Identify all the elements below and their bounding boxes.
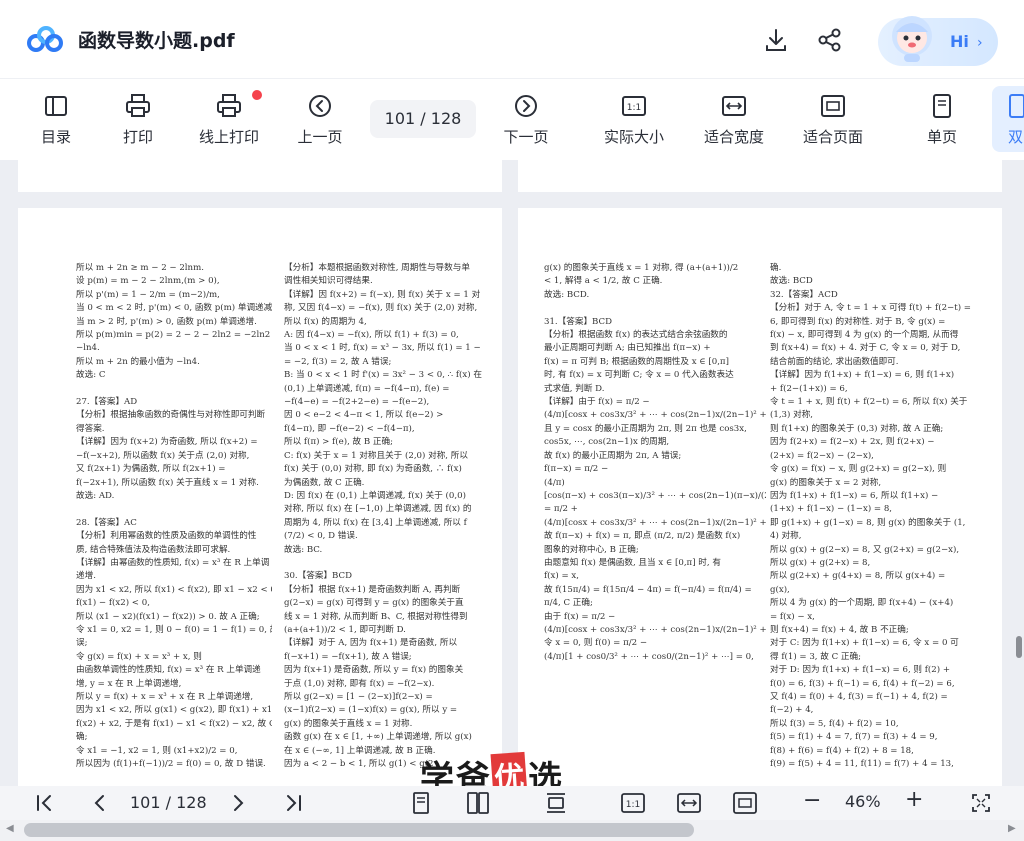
previous-page-right <box>518 160 1002 192</box>
pdf-page-left: 所以 m + 2n ≥ m − 2 − 2lnm. 设 p(m) = m − 2… <box>18 208 502 786</box>
scroll-right-arrow-icon[interactable]: ▶ <box>1008 823 1016 834</box>
online-print-label: 线上打印 <box>198 128 259 146</box>
chevron-right-icon: › <box>977 35 983 51</box>
svg-text:1:1: 1:1 <box>627 103 641 113</box>
scroll-left-arrow-icon[interactable]: ◀ <box>6 823 14 834</box>
previous-page-left <box>18 160 502 192</box>
actual-size-icon: 1:1 <box>622 96 646 116</box>
fit-page-label: 适合页面 <box>802 128 863 146</box>
next-page-button[interactable]: 下一页 <box>486 90 566 150</box>
assistant-greeting[interactable]: Hi <box>950 32 969 51</box>
fit-page-icon[interactable] <box>732 790 758 816</box>
document-viewport[interactable]: 所以 m + 2n ≥ m − 2 − 2lnm. 设 p(m) = m − 2… <box>0 160 1024 786</box>
actual-size-button[interactable]: 1:1 实际大小 <box>594 90 674 150</box>
page-text-column: 所以 m + 2n ≥ m − 2 − 2lnm. 设 p(m) = m − 2… <box>76 263 272 770</box>
toc-icon <box>45 96 67 116</box>
toc-button[interactable]: 目录 <box>16 90 96 150</box>
next-icon[interactable] <box>228 790 248 816</box>
page-text-column: g(x) 的图象关于直线 x = 1 对称, 得 (a+(a+1))/2 < 1… <box>544 263 766 662</box>
scroll-view-icon[interactable] <box>544 790 568 816</box>
prev-page-button[interactable]: 上一页 <box>280 90 360 150</box>
prev-page-label: 上一页 <box>297 128 343 146</box>
double-page-view-icon[interactable] <box>466 790 490 816</box>
double-page-item[interactable]: 双 <box>992 90 1024 150</box>
single-page-button[interactable]: 单页 <box>902 90 982 150</box>
share-icon[interactable] <box>816 26 844 54</box>
fullscreen-icon[interactable] <box>970 790 992 816</box>
file-title: 函数导数小题.pdf <box>78 30 235 52</box>
notification-dot <box>252 90 262 100</box>
fit-width-icon <box>722 96 746 116</box>
print-label: 打印 <box>122 128 153 146</box>
first-page-icon[interactable] <box>34 790 56 816</box>
next-page-icon <box>515 95 537 117</box>
pdf-page-right: g(x) 的图象关于直线 x = 1 对称, 得 (a+(a+1))/2 < 1… <box>518 208 1002 786</box>
fit-width-label: 适合宽度 <box>703 128 764 146</box>
print-icon <box>126 94 150 117</box>
fit-width-icon[interactable] <box>676 790 702 816</box>
toc-label: 目录 <box>40 128 71 146</box>
online-print-icon <box>217 94 241 117</box>
actual-size-icon[interactable]: 1:1 <box>620 790 646 816</box>
single-page-view-icon[interactable] <box>410 790 432 816</box>
download-icon[interactable] <box>762 26 790 54</box>
zoom-out-button[interactable]: − <box>803 788 821 814</box>
page-text-column: 【分析】本题根据函数对称性, 周期性与导数与单 调性相关知识可得结果. 【详解】… <box>284 263 484 770</box>
page-indicator[interactable]: 101 / 128 <box>370 100 476 138</box>
single-page-icon <box>933 94 951 118</box>
double-page-label: 双 <box>1008 128 1024 146</box>
single-page-label: 单页 <box>926 128 957 146</box>
bottom-page-indicator[interactable]: 101 / 128 <box>130 793 207 812</box>
svg-text:1:1: 1:1 <box>626 800 640 810</box>
actual-size-label: 实际大小 <box>603 128 664 146</box>
horizontal-scrollbar-thumb[interactable] <box>24 823 694 837</box>
next-page-label: 下一页 <box>503 128 549 146</box>
vertical-scrollbar-thumb[interactable] <box>1016 636 1022 658</box>
prev-page-icon <box>309 95 331 117</box>
last-page-icon[interactable] <box>282 790 304 816</box>
page-text-column: 确. 故选: BCD 32.【答案】ACD 【分析】对于 A, 令 t = 1 … <box>770 263 971 770</box>
double-page-icon <box>1009 94 1024 118</box>
zoom-level[interactable]: 46% <box>845 792 881 811</box>
zoom-in-button[interactable]: + <box>905 787 923 813</box>
app-logo-icon <box>27 26 63 52</box>
fit-page-icon <box>821 95 845 117</box>
prev-icon[interactable] <box>90 790 110 816</box>
fit-page-button[interactable]: 适合页面 <box>793 90 873 150</box>
assistant-avatar-icon <box>892 16 932 62</box>
fit-width-button[interactable]: 适合宽度 <box>694 90 774 150</box>
print-button[interactable]: 打印 <box>98 90 178 150</box>
